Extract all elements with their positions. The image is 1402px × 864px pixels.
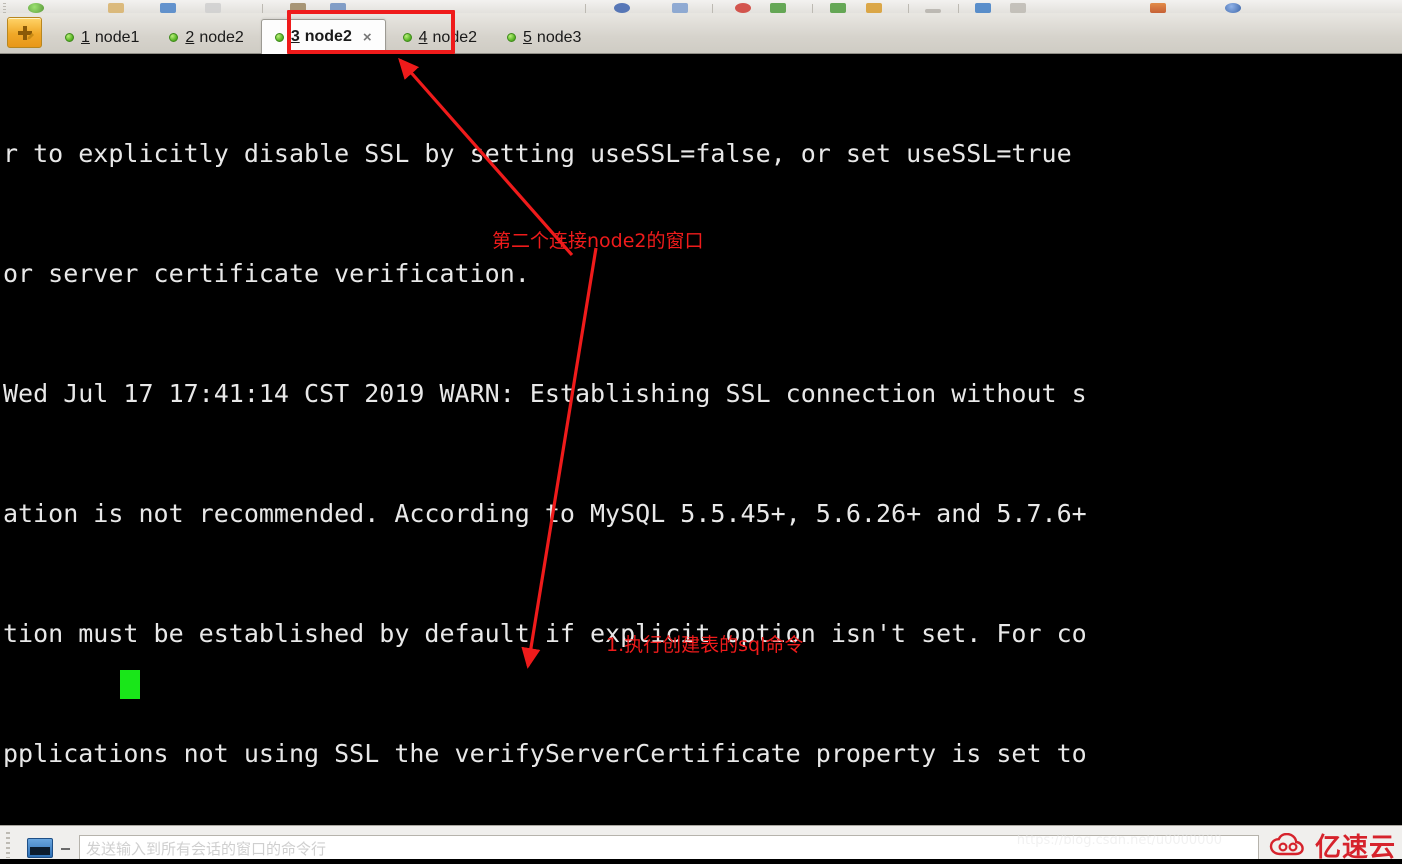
tab-label: node2 [432,28,478,46]
terminal-line: or server certificate verification. [3,259,530,288]
status-dot-icon [507,33,517,42]
bottombar-grip[interactable] [6,832,10,858]
connect-icon[interactable] [28,3,44,13]
terminal-line: ation is not recommended. According to M… [3,499,1087,528]
print-icon[interactable] [205,3,221,13]
tab-number: 5 [523,28,532,46]
tab-label: node2 [199,28,244,46]
tab-number: 2 [185,28,195,46]
status-dot-icon [274,32,284,42]
paste-icon[interactable] [330,3,346,13]
tile-vertical-icon[interactable] [866,3,882,13]
watermark-url: https://blog.csdn.net/u0000000 [1016,833,1222,848]
toolbar-separator [712,4,713,13]
stop-icon[interactable] [735,3,751,13]
cloud-logo-icon [1269,832,1304,855]
terminal-line: tion must be established by default if e… [3,619,1087,648]
toolbar-separator [908,4,909,13]
status-dot-icon [65,33,74,42]
package-icon[interactable] [1150,3,1166,13]
toolbar-strip [0,0,1402,14]
tab-number: 3 [290,28,300,45]
find-icon[interactable] [614,3,630,13]
terminal-output[interactable]: r to explicitly disable SSL by setting u… [0,54,1402,825]
save-session-icon[interactable] [160,3,176,13]
log-icon[interactable] [672,3,688,13]
watermark-brand: 亿速云 [1314,833,1396,863]
tile-horizontal-icon[interactable] [830,3,846,13]
tab-label: node2 [304,28,352,45]
status-dot-icon [402,33,412,42]
tab-2-node2[interactable]: 2 node2 [156,21,256,54]
annotation-label-command: 1.执行创建表的sql命令 [606,634,804,656]
close-icon[interactable]: × [363,30,372,45]
tab-label: node1 [94,28,140,46]
help-icon[interactable] [1010,3,1026,13]
terminal-text: r to explicitly disable SSL by setting u… [3,54,1087,825]
globe-icon[interactable] [1225,3,1241,13]
tab-3-node2[interactable]: 3 node2 × [260,19,386,54]
dash-icon [61,848,70,850]
go-icon[interactable] [770,3,786,13]
quick-connect-icon[interactable] [108,3,124,13]
tab-4-node2[interactable]: 4 node2 [390,21,490,54]
terminal-line: Wed Jul 17 17:41:14 CST 2019 WARN: Estab… [3,379,1087,408]
terminal-line: pplications not using SSL the verifyServ… [3,739,1087,768]
annotation-label-tab: 第二个连接node2的窗口 [492,230,704,252]
tab-label: node3 [536,28,582,46]
terminal-cursor [120,670,140,699]
tab-number: 1 [81,28,90,46]
session-tab-bar: 1 node1 2 node2 3 node2 × 4 node2 5 node… [0,13,1402,54]
toolbar-separator [812,4,813,13]
session-icon [27,838,53,858]
toolbar-separator [958,4,959,13]
toolbar-separator [262,4,263,13]
tab-number: 4 [418,28,428,46]
plus-pencil-icon [17,25,34,40]
toolbar-grip[interactable] [3,3,6,13]
tab-1-node1[interactable]: 1 node1 [52,21,152,54]
new-session-button[interactable] [7,17,42,48]
toolbar-separator [585,4,586,13]
watermark: 亿速云 [1269,827,1396,864]
copy-icon[interactable] [290,3,306,13]
tab-5-node3[interactable]: 5 node3 [494,21,594,54]
options-icon[interactable] [975,3,991,13]
tab-list: 1 node1 2 node2 3 node2 × 4 node2 5 node… [52,13,598,54]
status-dot-icon [169,33,179,42]
terminal-line: r to explicitly disable SSL by setting u… [3,139,1072,168]
